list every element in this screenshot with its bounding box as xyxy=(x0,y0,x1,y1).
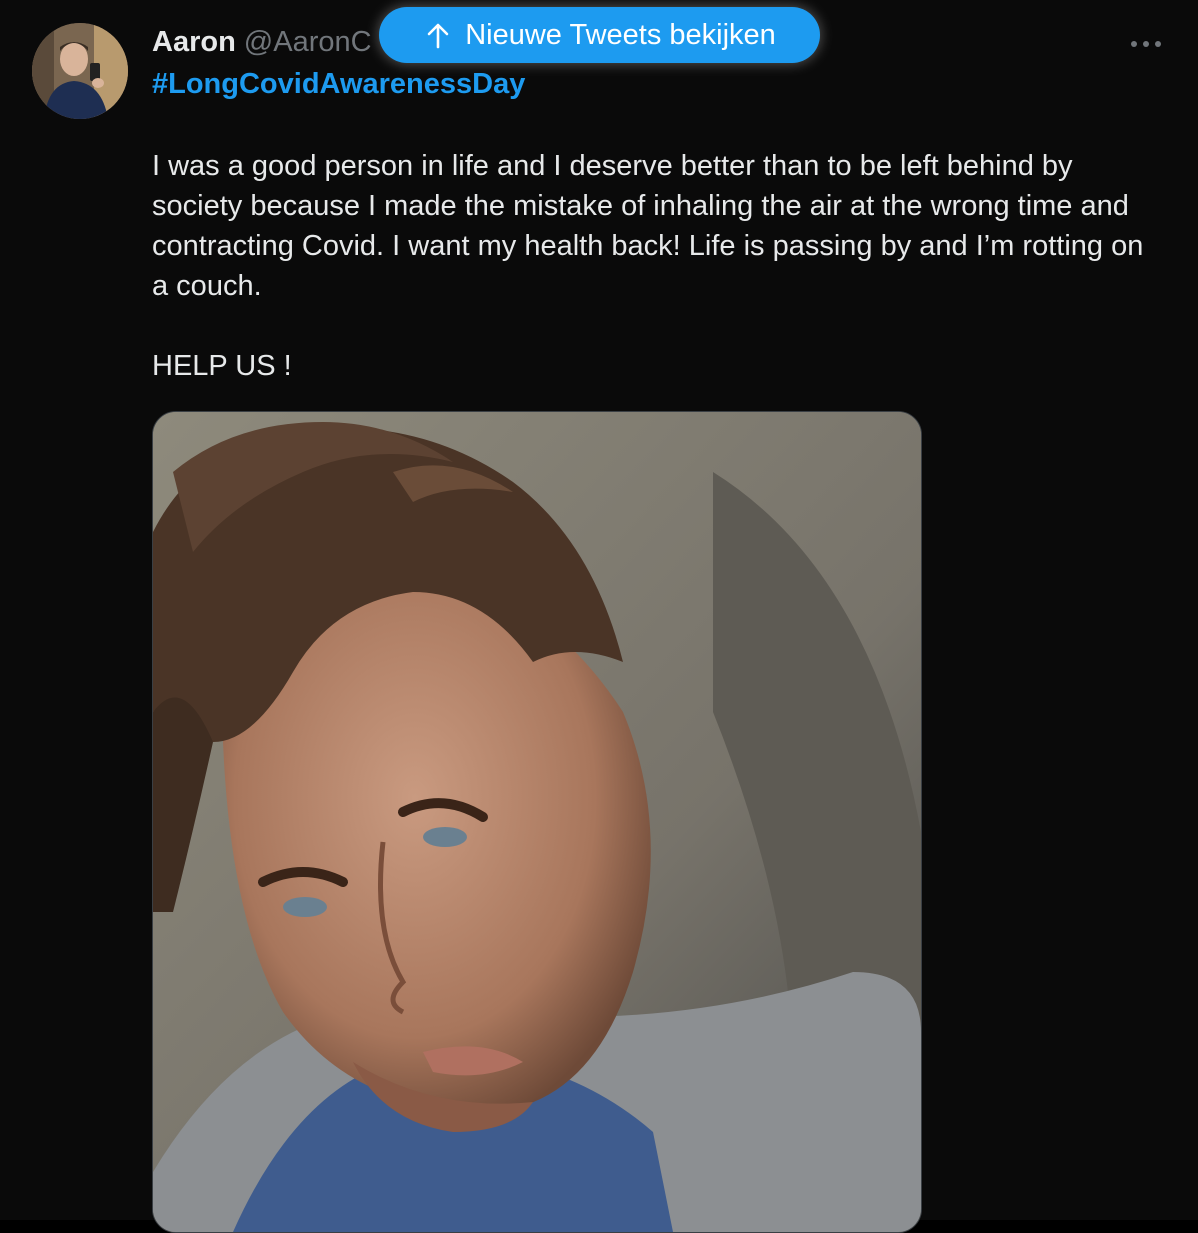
more-options-button[interactable] xyxy=(1122,26,1170,62)
display-name[interactable]: Aaron xyxy=(152,26,236,59)
tweet-photo[interactable] xyxy=(152,411,922,1233)
avatar[interactable] xyxy=(32,23,128,119)
tweet-closing-text: HELP US ! xyxy=(152,350,292,382)
new-tweets-label: Nieuwe Tweets bekijken xyxy=(465,18,776,51)
new-tweets-button[interactable]: Nieuwe Tweets bekijken xyxy=(379,7,820,63)
tweet-text: I was a good person in life and I deserv… xyxy=(152,146,1152,386)
user-handle[interactable]: @AaronC xyxy=(244,26,372,59)
tweet-body-text: I was a good person in life and I deserv… xyxy=(152,150,1144,302)
hashtag-link[interactable]: #LongCovidAwarenessDay xyxy=(152,68,525,101)
arrow-up-icon xyxy=(423,20,453,50)
tweet-card: Aaron @AaronC Nieuwe Tweets bekijken #Lo… xyxy=(0,0,1198,1233)
tweet-header: Aaron @AaronC xyxy=(152,22,372,62)
more-dots-icon xyxy=(1130,35,1162,53)
photo-image xyxy=(153,412,921,1232)
avatar-photo xyxy=(32,23,128,119)
